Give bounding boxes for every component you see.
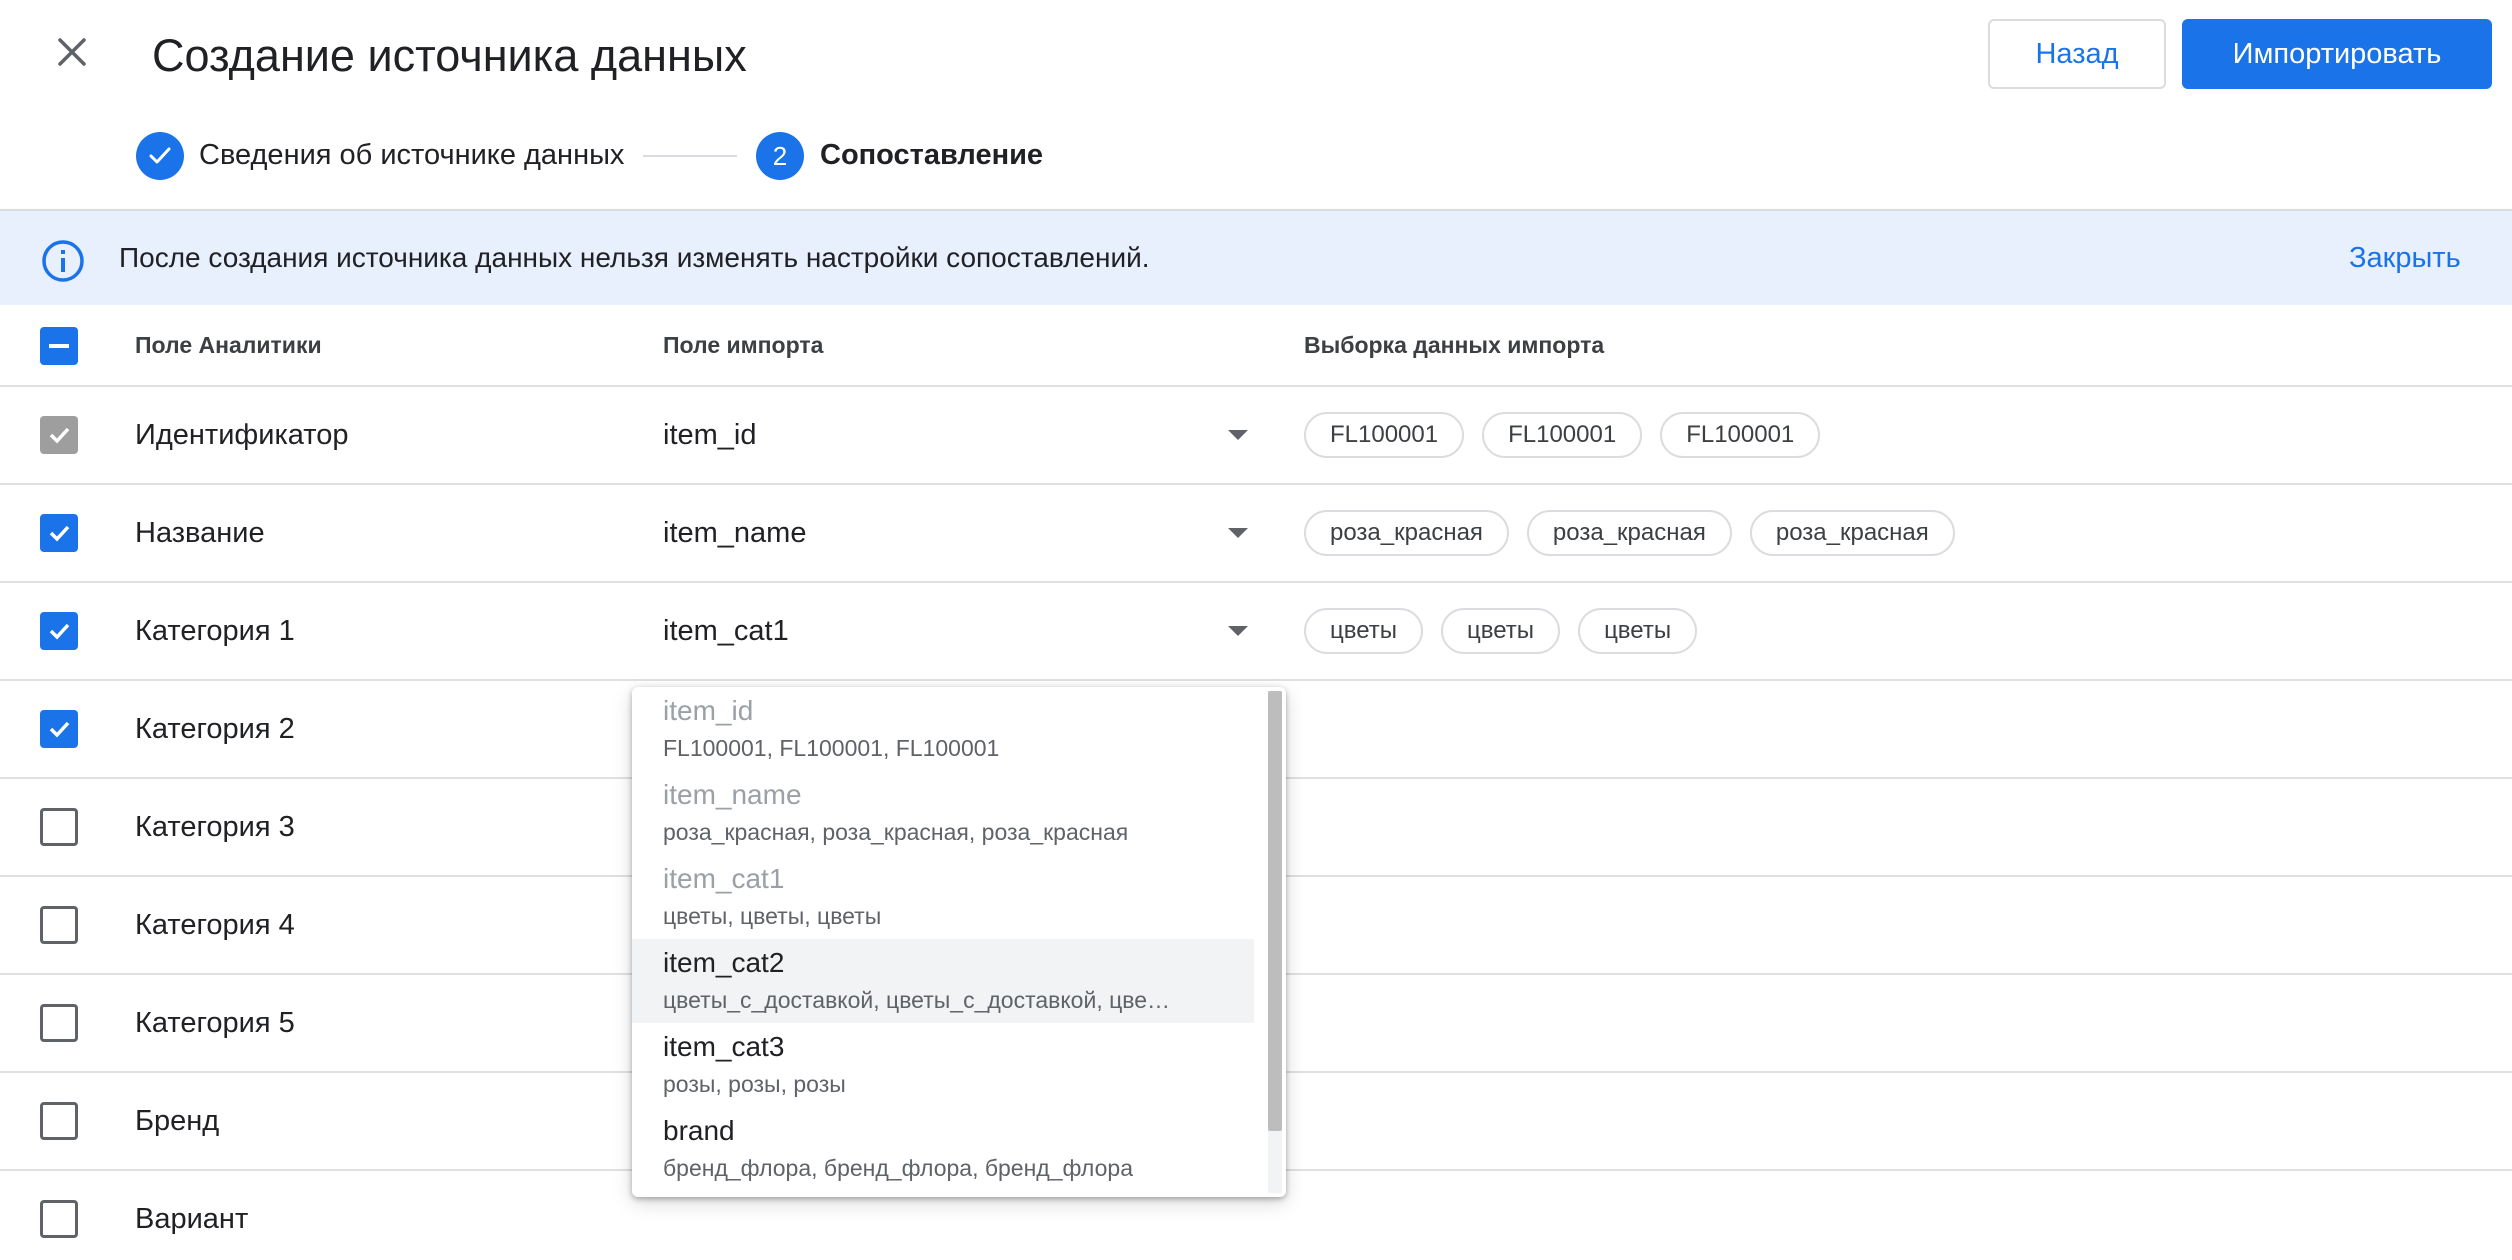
field-name: Идентификатор xyxy=(135,419,349,451)
step-1-done xyxy=(136,132,184,180)
sample-chip: FL100001 xyxy=(1482,412,1643,458)
row-checkbox-checked[interactable] xyxy=(40,612,78,650)
import-select-value[interactable]: item_cat1 xyxy=(663,615,789,648)
field-name: Категория 1 xyxy=(135,615,295,647)
arrow-drop-down-icon[interactable] xyxy=(1228,528,1248,538)
header-import-field: Поле импорта xyxy=(663,332,824,358)
arrow-drop-down-icon[interactable] xyxy=(1228,430,1248,440)
row-divider xyxy=(0,385,2512,387)
dropdown-option-highlighted[interactable]: item_cat2 цветы_с_доставкой, цветы_с_дос… xyxy=(632,939,1254,1023)
header-sample: Выборка данных импорта xyxy=(1304,332,1605,358)
dropdown-option[interactable]: item_cat3 розы, розы, розы xyxy=(632,1023,1254,1107)
dropdown-option-used[interactable]: item_id FL100001, FL100001, FL100001 xyxy=(632,687,1254,771)
option-name: item_cat2 xyxy=(663,947,785,978)
option-sample: бренд_флора, бренд_флора, бренд_флора xyxy=(663,1155,1133,1181)
check-icon xyxy=(149,147,171,164)
row-divider xyxy=(0,581,2512,583)
row-divider xyxy=(0,483,2512,485)
option-sample: роза_красная, роза_красная, роза_красная xyxy=(663,819,1129,845)
option-sample: цветы_с_доставкой, цветы_с_доставкой, цв… xyxy=(663,987,1171,1013)
page-title: Создание источника данных xyxy=(152,30,747,81)
sample-chip: FL100001 xyxy=(1304,412,1465,458)
field-name: Категория 3 xyxy=(135,811,295,843)
dropdown-option[interactable]: brand бренд_флора, бренд_флора, бренд_фл… xyxy=(632,1107,1254,1191)
field-name: Вариант xyxy=(135,1203,249,1235)
dropdown-option-used[interactable]: item_name роза_красная, роза_красная, ро… xyxy=(632,771,1254,855)
row-checkbox-unchecked[interactable] xyxy=(40,1102,78,1140)
field-name: Бренд xyxy=(135,1105,220,1137)
import-field-dropdown[interactable]: item_id FL100001, FL100001, FL100001 ite… xyxy=(632,687,1286,1197)
option-sample: розы, розы, розы xyxy=(663,1071,846,1097)
field-name: Категория 5 xyxy=(135,1007,295,1039)
row-checkbox-disabled xyxy=(40,416,78,454)
step-2-label: Сопоставление xyxy=(820,139,1044,171)
row-checkbox-unchecked[interactable] xyxy=(40,808,78,846)
select-all-checkbox[interactable] xyxy=(40,327,78,365)
row-checkbox-checked[interactable] xyxy=(40,514,78,552)
header-analytics-field: Поле Аналитики xyxy=(135,332,322,358)
sample-chip: роза_красная xyxy=(1304,510,1509,556)
row-checkbox-checked[interactable] xyxy=(40,710,78,748)
info-icon xyxy=(40,238,86,284)
scrollbar-thumb[interactable] xyxy=(1268,691,1282,1131)
arrow-drop-down-icon[interactable] xyxy=(1228,626,1248,636)
import-select-value[interactable]: item_name xyxy=(663,517,806,550)
import-select-value[interactable]: item_id xyxy=(663,419,757,452)
sample-chip: роза_красная xyxy=(1749,510,1955,556)
back-button[interactable]: Назад xyxy=(1988,19,2166,89)
option-name: item_cat3 xyxy=(663,1031,785,1062)
dropdown-option-used[interactable]: item_cat1 цветы, цветы, цветы xyxy=(632,855,1254,939)
banner-text: После создания источника данных нельзя и… xyxy=(119,242,1150,273)
sample-chip: FL100001 xyxy=(1660,412,1821,458)
option-name: item_name xyxy=(663,779,802,810)
import-button[interactable]: Импортировать xyxy=(2182,19,2492,89)
field-name: Название xyxy=(135,517,265,549)
banner-close-link[interactable]: Закрыть xyxy=(2349,242,2461,275)
field-name: Категория 4 xyxy=(135,909,295,941)
option-sample: цветы, цветы, цветы xyxy=(663,903,882,929)
sample-chips: роза_красная роза_красная роза_красная xyxy=(1304,510,1955,556)
sample-chips: цветы цветы цветы xyxy=(1304,608,1698,654)
sample-chip: цветы xyxy=(1304,608,1424,654)
row-checkbox-unchecked[interactable] xyxy=(40,1200,78,1238)
option-sample: FL100001, FL100001, FL100001 xyxy=(663,735,1000,761)
sample-chip: роза_красная xyxy=(1526,510,1732,556)
sample-chip: цветы xyxy=(1578,608,1698,654)
close-icon[interactable] xyxy=(40,28,104,84)
row-checkbox-unchecked[interactable] xyxy=(40,1004,78,1042)
row-divider xyxy=(0,679,2512,681)
field-name: Категория 2 xyxy=(135,713,295,745)
step-1-label: Сведения об источнике данных xyxy=(199,139,625,171)
sample-chips: FL100001 FL100001 FL100001 xyxy=(1304,412,1821,458)
sample-chip: цветы xyxy=(1441,608,1561,654)
step-connector xyxy=(643,155,737,157)
row-checkbox-unchecked[interactable] xyxy=(40,906,78,944)
option-name: brand xyxy=(663,1115,735,1146)
option-name: item_cat1 xyxy=(663,863,785,894)
step-2-number: 2 xyxy=(756,132,804,180)
option-name: item_id xyxy=(663,695,754,726)
